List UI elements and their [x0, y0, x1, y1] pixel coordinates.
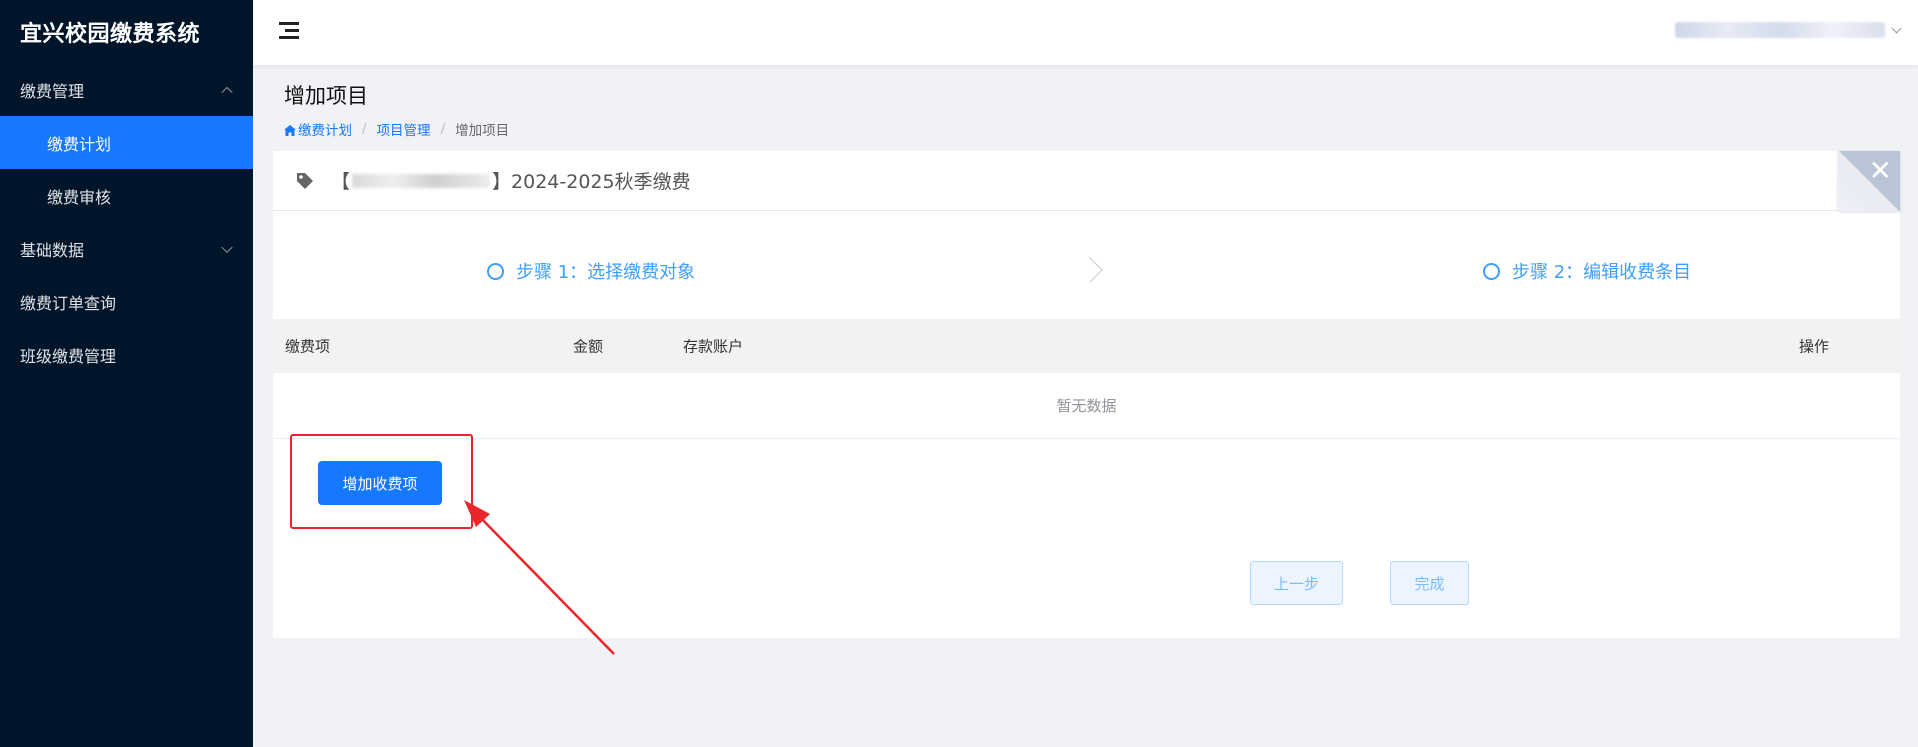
step-2[interactable]: 步骤 2：编辑收费条目 [1483, 258, 1691, 284]
prev-step-button[interactable]: 上一步 [1250, 561, 1343, 605]
user-name-redacted [1675, 22, 1885, 38]
breadcrumb-item-add-project: 增加项目 [455, 123, 510, 139]
sidebar-item-fee-review[interactable]: 缴费审核 [0, 169, 253, 222]
close-button[interactable]: ✕ [1838, 151, 1900, 211]
hamburger-icon[interactable] [279, 22, 299, 40]
sidebar-item-class-fee-management[interactable]: 班级缴费管理 [0, 328, 253, 381]
user-menu[interactable] [1675, 22, 1902, 38]
steps-bar: 步骤 1：选择缴费对象 步骤 2：编辑收费条目 [273, 211, 1900, 319]
breadcrumb-item-project-management[interactable]: 项目管理 [377, 119, 431, 139]
breadcrumb-separator: / [440, 121, 446, 137]
column-header-amount: 金额 [573, 337, 604, 356]
column-header-actions: 操作 [1799, 337, 1830, 356]
top-header [253, 0, 1918, 65]
add-fee-item-button[interactable]: 增加收费项 [318, 461, 442, 505]
breadcrumb-separator: / [362, 121, 367, 137]
sidebar-item-label: 基础数据 [20, 240, 85, 260]
sidebar-item-fee-plan[interactable]: 缴费计划 [0, 116, 253, 169]
chevron-down-icon [221, 241, 233, 253]
sidebar-item-order-query[interactable]: 缴费订单查询 [0, 275, 253, 328]
sidebar-item-label: 缴费审核 [47, 187, 112, 207]
sidebar-item-basic-data[interactable]: 基础数据 [0, 222, 253, 275]
project-card: 【】2024-2025秋季缴费 ✕ 步骤 1：选择缴费对象 步骤 2：编辑收费条… [273, 151, 1900, 638]
sidebar: 宜兴校园缴费系统 缴费管理 缴费计划 缴费审核 基础数据 缴费订单查询 班级缴费… [0, 0, 253, 747]
step-1[interactable]: 步骤 1：选择缴费对象 [487, 258, 695, 284]
table-header: 缴费项 金额 存款账户 操作 [273, 319, 1900, 373]
chevron-down-icon [1891, 23, 1902, 33]
sidebar-item-label: 班级缴费管理 [20, 346, 117, 366]
breadcrumb: 缴费计划 / 项目管理 / 增加项目 [284, 119, 509, 139]
step-circle-icon [1483, 262, 1500, 280]
chevron-up-icon [221, 86, 233, 98]
page-title: 增加项目 [284, 84, 368, 108]
tag-icon [297, 172, 313, 189]
breadcrumb-item-fee-plan[interactable]: 缴费计划 [284, 119, 352, 139]
close-icon: ✕ [1868, 154, 1892, 187]
sidebar-item-label: 缴费订单查询 [20, 293, 117, 313]
step-circle-icon [487, 262, 504, 280]
done-button[interactable]: 完成 [1390, 561, 1469, 605]
card-header: 【】2024-2025秋季缴费 [273, 151, 1900, 211]
school-name-redacted [352, 173, 491, 188]
card-title: 【】2024-2025秋季缴费 [331, 171, 691, 193]
sidebar-item-fee-management[interactable]: 缴费管理 [0, 63, 253, 116]
sidebar-item-label: 缴费计划 [47, 134, 112, 154]
chevron-right-icon [1077, 257, 1103, 283]
home-icon [284, 125, 296, 136]
step-label: 步骤 1：选择缴费对象 [516, 262, 696, 283]
step-label: 步骤 2：编辑收费条目 [1512, 262, 1692, 283]
sidebar-item-label: 缴费管理 [20, 81, 85, 101]
column-header-fee-item: 缴费项 [285, 337, 331, 356]
app-title: 宜兴校园缴费系统 [20, 21, 201, 47]
table-empty-state: 暂无数据 [273, 373, 1900, 439]
column-header-deposit-account: 存款账户 [683, 337, 744, 356]
